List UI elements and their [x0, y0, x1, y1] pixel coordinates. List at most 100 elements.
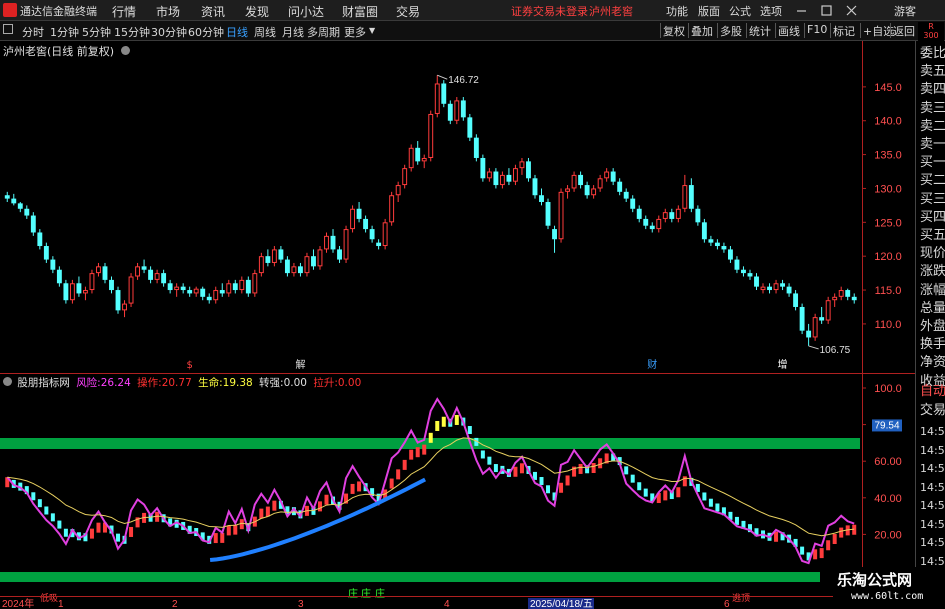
menu-layout[interactable]: 版面: [698, 3, 720, 19]
settings-circle-icon[interactable]: [120, 46, 130, 55]
candle-body-down: [76, 283, 82, 294]
candle-body-down: [793, 293, 799, 307]
candle-body-down: [780, 283, 786, 287]
period-15min[interactable]: 15分钟: [114, 24, 150, 40]
stats-button[interactable]: 统计: [746, 23, 773, 38]
side-item[interactable]: 卖三: [920, 100, 945, 119]
menu-function[interactable]: 功能: [666, 3, 688, 19]
side-item[interactable]: 买四: [920, 209, 945, 228]
period-30min[interactable]: 30分钟: [151, 24, 187, 40]
adjust-button[interactable]: 复权: [660, 23, 687, 38]
candle-body-up: [558, 191, 564, 240]
candle-body-down: [610, 171, 616, 182]
menu-wealth-circle[interactable]: 财富圈: [342, 3, 378, 20]
period-monthly[interactable]: 月线: [282, 24, 304, 40]
period-1min[interactable]: 1分钟: [50, 24, 79, 40]
indicator-tick-label: 20.00: [874, 529, 902, 541]
side-item[interactable]: 买二: [920, 172, 945, 191]
candle-body-down: [30, 215, 36, 233]
period-tick[interactable]: 分时: [22, 24, 44, 40]
candlestick-chart[interactable]: 145.0 140.0 135.0 130.0 125.0 120.0 115.0 110.0…: [0, 41, 915, 374]
indicator-bar: [272, 500, 277, 511]
candle-body-down: [161, 273, 167, 284]
menu-formula[interactable]: 公式: [729, 3, 751, 19]
indicator-bar: [422, 444, 427, 455]
login-notice[interactable]: 证券交易未登录: [511, 3, 588, 19]
candle-body-up: [258, 256, 264, 274]
indicator-chart[interactable]: 100.080.0060.0040.0020.0079.54庄庄庄低吸逃顶202…: [0, 374, 915, 609]
period-5min[interactable]: 5分钟: [82, 24, 111, 40]
menu-news[interactable]: 资讯: [201, 3, 225, 20]
price-tick-label: 115.0: [875, 285, 902, 297]
side-item[interactable]: 换手: [920, 336, 945, 355]
side-time-item: 14:56: [920, 425, 945, 438]
back-button[interactable]: 返回: [890, 23, 917, 38]
side-item[interactable]: 卖二: [920, 118, 945, 137]
side-item[interactable]: 涨幅: [920, 282, 945, 301]
candle-body-down: [480, 157, 486, 179]
side-item[interactable]: 总量: [920, 300, 945, 319]
guest-button[interactable]: 游客: [894, 3, 916, 19]
menu-quotes[interactable]: 行情: [112, 3, 136, 20]
event-marker: $: [186, 360, 192, 371]
menu-market[interactable]: 市场: [156, 3, 180, 20]
menu-options[interactable]: 选项: [760, 3, 782, 19]
candle-body-up: [193, 288, 199, 294]
menu-trade[interactable]: 交易: [396, 3, 420, 20]
side-item[interactable]: 买五: [920, 227, 945, 246]
candle-body-up: [662, 212, 668, 219]
candle-body-down: [643, 218, 649, 226]
side-item[interactable]: 委比: [920, 45, 945, 64]
indicator-bar: [839, 527, 844, 538]
candle-body-up: [69, 283, 75, 301]
menu-discover[interactable]: 发现: [245, 3, 269, 20]
side-item[interactable]: 净资: [920, 354, 945, 373]
menu-xiaoda[interactable]: 问小达: [288, 3, 324, 20]
period-multi[interactable]: 多周期: [307, 24, 340, 40]
indicator-bar: [402, 459, 407, 470]
period-daily[interactable]: 日线: [226, 24, 248, 40]
draw-line-button[interactable]: 画线: [775, 23, 802, 38]
period-weekly[interactable]: 周线: [254, 24, 276, 40]
chevron-down-icon[interactable]: ▼: [369, 26, 375, 35]
indicator-name[interactable]: 股朋指标网: [17, 377, 70, 389]
side-item[interactable]: 买三: [920, 191, 945, 210]
side-mode-item[interactable]: 自动: [920, 383, 945, 402]
overlay-button[interactable]: 叠加: [688, 23, 715, 38]
candle-body-down: [845, 290, 851, 297]
side-item[interactable]: 涨跌: [920, 263, 945, 282]
candle-body-up: [675, 208, 681, 219]
close-icon[interactable]: [846, 5, 857, 16]
side-item[interactable]: 买一: [920, 154, 945, 173]
rights-corner: R 300: [918, 22, 944, 42]
maximize-icon[interactable]: [821, 5, 832, 16]
indicator-bar: [493, 464, 498, 473]
mark-button[interactable]: 标记: [830, 23, 857, 38]
indicator-bar: [63, 528, 68, 537]
indicator-collapse-icon[interactable]: [3, 377, 12, 386]
chart-area[interactable]: 145.0 140.0 135.0 130.0 125.0 120.0 115.0 110.0…: [0, 41, 915, 609]
indicator-bar: [428, 432, 433, 443]
side-item[interactable]: 外盘: [920, 318, 945, 337]
side-item[interactable]: 卖五: [920, 63, 945, 82]
period-more[interactable]: 更多: [344, 24, 366, 40]
candle-body-down: [265, 256, 271, 263]
side-time-item: 14:56: [920, 517, 945, 531]
f10-button[interactable]: F10: [804, 23, 829, 38]
candle-body-down: [43, 246, 49, 260]
multi-stock-button[interactable]: 多股: [717, 23, 744, 38]
side-item[interactable]: 卖四: [920, 81, 945, 100]
candle-body-down: [669, 212, 675, 219]
period-60min[interactable]: 60分钟: [188, 24, 224, 40]
candle-body-up: [832, 296, 838, 301]
lower-green-band: [0, 572, 820, 582]
side-item[interactable]: 卖一: [920, 136, 945, 155]
side-item[interactable]: 现价: [920, 245, 945, 264]
app-logo-icon: [3, 3, 17, 17]
indicator-bar: [415, 447, 420, 458]
indicator-bar: [702, 492, 707, 501]
indicator-bar: [800, 546, 805, 555]
toggle-square-icon[interactable]: [3, 24, 13, 34]
candle-body-up: [122, 303, 127, 311]
side-mode-item[interactable]: 交易: [920, 402, 945, 421]
